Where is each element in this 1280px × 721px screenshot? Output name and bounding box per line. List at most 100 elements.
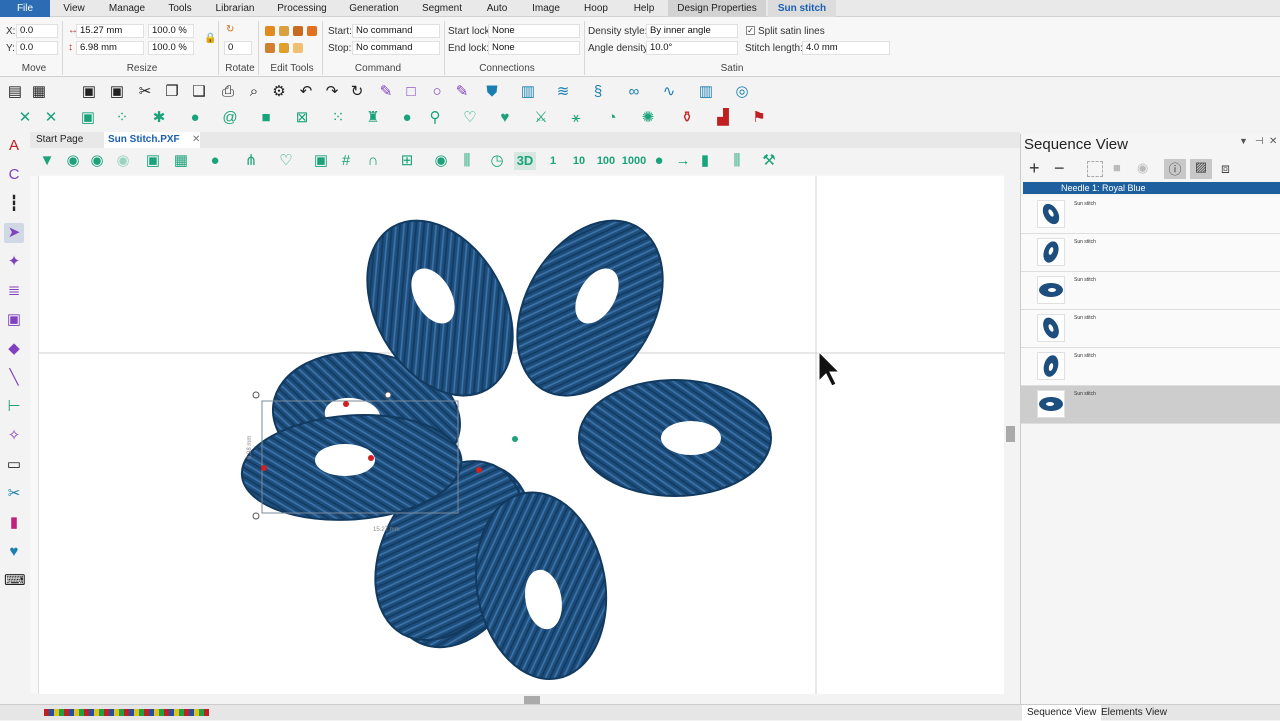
preview-icon[interactable]: ⌕: [245, 83, 263, 101]
step-1-button[interactable]: 1: [544, 152, 562, 170]
asterisk-icon[interactable]: ✱: [150, 109, 168, 127]
sun-stitch-design[interactable]: [238, 195, 772, 690]
width-input[interactable]: 15.27 mm: [76, 24, 144, 38]
angle-density-input[interactable]: 10.0°: [646, 41, 738, 55]
menu-tools[interactable]: Tools: [160, 0, 200, 17]
screen-grid-icon[interactable]: ▦: [172, 152, 190, 170]
edit-tool-icon[interactable]: [265, 26, 275, 36]
close-panel-icon[interactable]: ✕: [1269, 136, 1277, 147]
fill-view-icon[interactable]: ⋔: [242, 152, 260, 170]
tab-sun-stitch[interactable]: Sun Stitch.PXF: [104, 132, 200, 148]
arrow-right-icon[interactable]: →: [674, 152, 692, 170]
sequence-item-selected[interactable]: Sun stitch: [1021, 386, 1280, 424]
fit-icon[interactable]: ⧈: [1221, 160, 1230, 177]
height-input[interactable]: 6.98 mm: [76, 41, 144, 55]
pin-icon[interactable]: ⚲: [426, 109, 444, 127]
remove-stitch-icon[interactable]: ●: [650, 152, 668, 170]
menu-hoop[interactable]: Hoop: [578, 0, 614, 17]
optimize-icon[interactable]: ⚒: [760, 152, 778, 170]
remove-icon[interactable]: −: [1054, 158, 1065, 179]
pencil-icon[interactable]: ✎: [377, 83, 395, 101]
paste-icon[interactable]: ❑: [190, 83, 208, 101]
knife-icon[interactable]: ╲: [4, 368, 24, 388]
clock-icon[interactable]: ◷: [488, 152, 506, 170]
close-tab-icon[interactable]: ✕: [188, 132, 204, 148]
heart-frame-icon[interactable]: ♡: [461, 109, 479, 127]
new-file-icon[interactable]: ▤: [6, 83, 24, 101]
eraser-icon[interactable]: ◆: [4, 339, 24, 359]
red-tool-icon[interactable]: ⚑: [750, 109, 768, 127]
robot-icon[interactable]: ♜: [364, 109, 382, 127]
branch-icon[interactable]: ⊢: [4, 397, 24, 417]
height-percent-input[interactable]: 100.0 %: [148, 41, 194, 55]
steps-icon[interactable]: ⚹: [567, 109, 585, 127]
cross-stitch-icon[interactable]: ✕: [16, 109, 34, 127]
menu-sun-stitch[interactable]: Sun stitch: [768, 0, 836, 17]
rotate-input[interactable]: 0: [224, 41, 252, 55]
node-edit-icon[interactable]: ✦: [4, 252, 24, 272]
eye-icon[interactable]: ◉: [88, 152, 106, 170]
edit-tool-icon[interactable]: [293, 43, 303, 53]
shell-icon[interactable]: ◔: [603, 109, 621, 127]
tab-elements-view[interactable]: Elements View: [1096, 705, 1172, 721]
circle-icon[interactable]: ○: [428, 83, 446, 101]
monitor-icon[interactable]: ▭: [4, 455, 24, 475]
machine-icon[interactable]: ⚙: [270, 83, 288, 101]
keyboard-icon[interactable]: ⌨: [4, 571, 26, 591]
sequence-item[interactable]: Sun stitch: [1021, 272, 1280, 310]
swirl-icon[interactable]: @: [221, 109, 239, 127]
eye-icon[interactable]: ◉: [114, 152, 132, 170]
fill-stitch-icon[interactable]: ▥: [519, 83, 537, 101]
dots-icon[interactable]: ⁘: [113, 109, 131, 127]
zoom-icon[interactable]: ●: [206, 152, 224, 170]
cut-icon[interactable]: ✂: [136, 83, 154, 101]
add-icon[interactable]: +: [1029, 158, 1040, 179]
box-cross-icon[interactable]: ⊠: [293, 109, 311, 127]
end-lock-select[interactable]: None: [488, 41, 580, 55]
slider-icon[interactable]: ▮: [696, 152, 714, 170]
picture-icon[interactable]: ▨: [1190, 159, 1212, 179]
refresh-icon[interactable]: ↻: [348, 83, 366, 101]
copy-icon[interactable]: ❐: [163, 83, 181, 101]
frame-view-icon[interactable]: ▣: [312, 152, 330, 170]
3d-view-button[interactable]: 3D: [514, 152, 536, 170]
stop-select[interactable]: No command: [352, 41, 440, 55]
y-input[interactable]: 0.0: [16, 41, 58, 55]
sequence-item[interactable]: Sun stitch: [1021, 348, 1280, 386]
grid-dots-icon[interactable]: ⁙: [329, 109, 347, 127]
tab-start-page[interactable]: Start Page: [32, 132, 87, 148]
menu-generation[interactable]: Generation: [344, 0, 404, 17]
save-icon[interactable]: ▣: [80, 83, 98, 101]
edit-tool-icon[interactable]: [307, 26, 317, 36]
pin-panel-icon[interactable]: ⊣: [1255, 136, 1264, 147]
stitch-player-icon[interactable]: ⫼: [728, 152, 746, 170]
density-style-select[interactable]: By inner angle: [646, 24, 738, 38]
start-lock-select[interactable]: None: [488, 24, 580, 38]
lock-item-icon[interactable]: ■: [1113, 160, 1121, 175]
scissors-icon[interactable]: ✂: [4, 484, 24, 504]
panel-dropdown-icon[interactable]: ▼: [1239, 136, 1248, 146]
sequence-item[interactable]: Sun stitch: [1021, 310, 1280, 348]
edit-tool-icon[interactable]: [279, 26, 289, 36]
design-canvas[interactable]: 6.98 mm 15.27 mm: [38, 176, 1005, 694]
edit-tool-icon[interactable]: [265, 43, 275, 53]
menu-auto[interactable]: Auto: [479, 0, 515, 17]
wand-icon[interactable]: ✧: [4, 426, 24, 446]
ruler-icon[interactable]: ┇: [4, 194, 24, 214]
heart-applique-icon[interactable]: ♥: [4, 542, 24, 562]
select-arrow-icon[interactable]: ➤: [4, 223, 24, 243]
menu-help[interactable]: Help: [626, 0, 662, 17]
bottle-icon[interactable]: ⚱: [678, 109, 696, 127]
menu-design-properties[interactable]: Design Properties: [668, 0, 766, 17]
redo-icon[interactable]: ↷: [323, 83, 341, 101]
needle-header[interactable]: Needle 1: Royal Blue: [1023, 182, 1280, 194]
bars-icon[interactable]: ⫼: [458, 152, 476, 170]
width-percent-input[interactable]: 100.0 %: [148, 24, 194, 38]
eye-icon[interactable]: ◉: [64, 152, 82, 170]
step-100-button[interactable]: 100: [594, 152, 618, 170]
save-as-icon[interactable]: ▣: [108, 83, 126, 101]
open-folder-icon[interactable]: ▦: [30, 83, 48, 101]
x-input[interactable]: 0.0: [16, 24, 58, 38]
start-select[interactable]: No command: [352, 24, 440, 38]
eye-stitch-icon[interactable]: ◉: [432, 152, 450, 170]
